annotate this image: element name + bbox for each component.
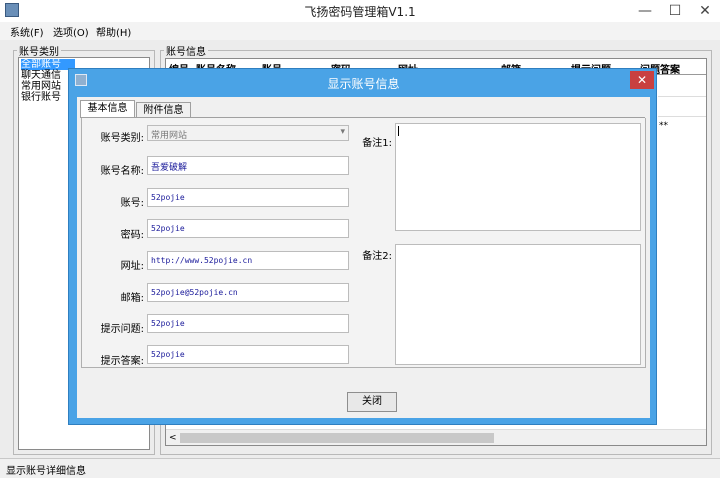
email-label: 邮箱: (120, 293, 144, 304)
window-title: 飞扬密码管理箱V1.1 (304, 5, 416, 19)
close-dialog-button[interactable]: 关闭 (347, 392, 397, 412)
text-cursor (398, 126, 399, 136)
account-field[interactable]: 52pojie (147, 188, 349, 207)
category-value: 常用网站 (151, 131, 188, 141)
password-field[interactable]: 52pojie (147, 219, 349, 238)
answer-label: 提示答案: (100, 356, 144, 367)
password-label: 密码: (120, 230, 144, 241)
horizontal-scrollbar[interactable]: < (166, 429, 706, 445)
dialog-title-bar: 显示账号信息 ✕ (69, 69, 658, 95)
menu-options[interactable]: 选项(O) (53, 24, 89, 39)
note2-label: 备注2: (362, 251, 392, 262)
status-text: 显示账号详细信息 (6, 466, 86, 477)
tab-attachment-info[interactable]: 附件信息 (136, 102, 191, 118)
title-bar: 飞扬密码管理箱V1.1 — ☐ ✕ (0, 0, 720, 22)
name-label: 账号名称: (100, 166, 144, 177)
note1-label: 备注1: (362, 138, 392, 149)
question-label: 提示问题: (100, 324, 144, 335)
dialog-close-icon[interactable]: ✕ (630, 71, 654, 89)
list-item-bank[interactable]: 银行账号 (21, 92, 61, 103)
url-field[interactable]: http://www.52pojie.cn (147, 251, 349, 270)
note1-textarea[interactable] (395, 123, 641, 231)
name-field[interactable]: 吾爱破解 (147, 156, 349, 175)
url-label: 网址: (120, 261, 144, 272)
account-label: 账号: (120, 198, 144, 209)
maximize-button[interactable]: ☐ (660, 0, 690, 22)
question-field[interactable]: 52pojie (147, 314, 349, 333)
menu-system[interactable]: 系统(F) (10, 24, 44, 39)
menu-bar: 系统(F) 选项(O) 帮助(H) (0, 22, 720, 40)
table-row (658, 99, 706, 117)
category-label: 账号类别: (100, 133, 144, 144)
list-item-websites[interactable]: 常用网站 (21, 81, 61, 92)
note2-textarea[interactable] (395, 244, 641, 365)
grid-cell-answer: ** (659, 121, 668, 131)
status-bar: 显示账号详细信息 (0, 458, 720, 478)
account-info-group-label: 账号信息 (164, 43, 208, 58)
list-item-chat[interactable]: 聊天通信 (21, 70, 61, 81)
dialog-title: 显示账号信息 (327, 77, 400, 91)
email-field[interactable]: 52pojie@52pojie.cn (147, 283, 349, 302)
close-button[interactable]: ✕ (690, 0, 720, 22)
category-select[interactable]: 常用网站 ▾ (147, 125, 349, 141)
account-detail-dialog: 显示账号信息 ✕ 基本信息 附件信息 账号类别: 常用网站 ▾ 账号名称: 吾爱… (68, 68, 657, 425)
scroll-left-icon[interactable]: < (169, 433, 177, 443)
tab-panel: 账号类别: 常用网站 ▾ 账号名称: 吾爱破解 账号: 52pojie 密码: … (81, 118, 646, 368)
tab-basic-info[interactable]: 基本信息 (80, 100, 135, 118)
minimize-button[interactable]: — (630, 0, 660, 22)
list-item-all[interactable]: 全部账号 (21, 59, 75, 70)
category-group-label: 账号类别 (17, 43, 61, 58)
dialog-body: 基本信息 附件信息 账号类别: 常用网站 ▾ 账号名称: 吾爱破解 账号: 52… (77, 97, 650, 418)
menu-help[interactable]: 帮助(H) (96, 24, 131, 39)
answer-field[interactable]: 52pojie (147, 345, 349, 364)
scrollbar-thumb[interactable] (180, 433, 494, 443)
table-row (658, 79, 706, 97)
